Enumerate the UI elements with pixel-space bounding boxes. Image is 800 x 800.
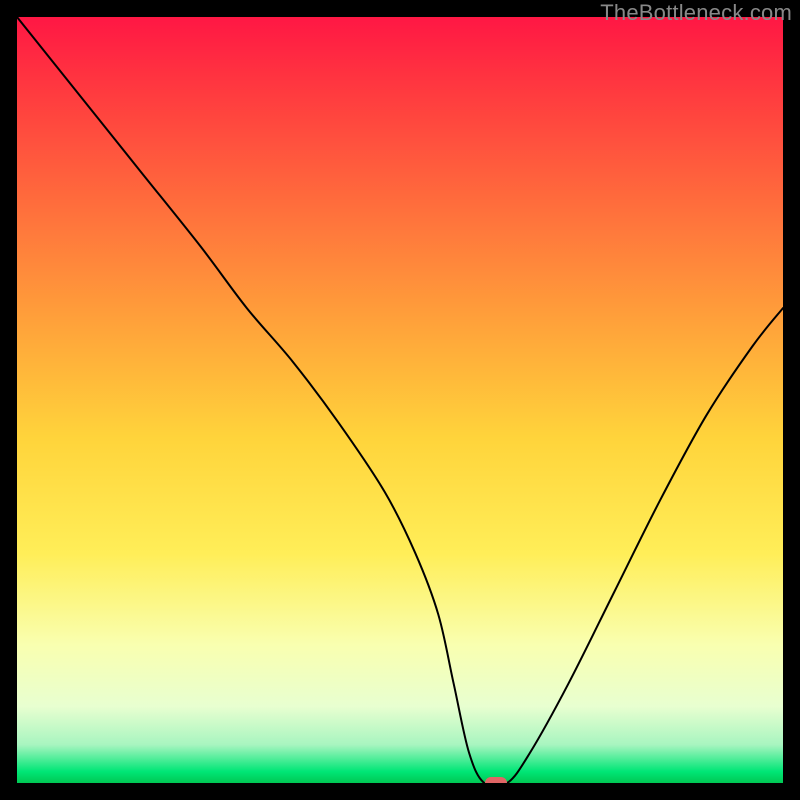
minimum-marker [485,777,507,783]
bottleneck-chart: TheBottleneck.com [0,0,800,800]
gradient-background [17,17,783,783]
plot-area [17,17,783,783]
watermark-text: TheBottleneck.com [600,0,792,26]
